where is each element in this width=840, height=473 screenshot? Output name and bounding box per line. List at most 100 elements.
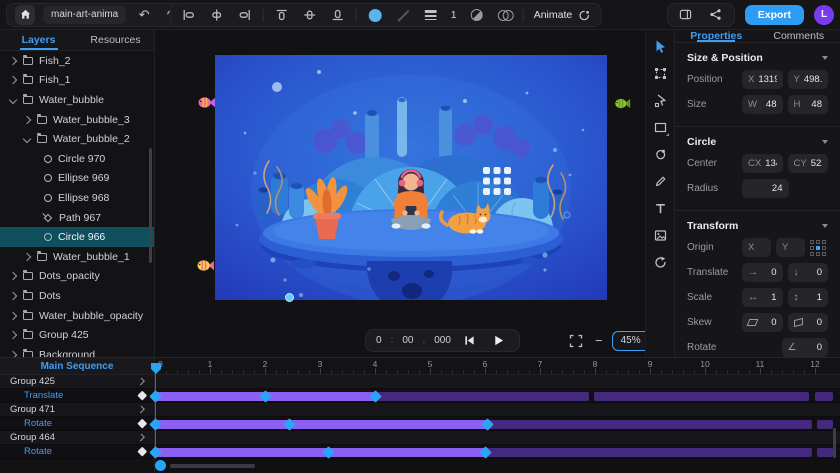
layer-row-path-967[interactable]: Path 967 xyxy=(0,208,154,228)
chevron-down-icon[interactable] xyxy=(23,135,31,143)
origin-anchor-grid[interactable] xyxy=(810,240,828,256)
chevron-right-icon[interactable] xyxy=(9,350,17,357)
origin-y-field[interactable]: Y xyxy=(776,238,805,257)
chevron-right-icon[interactable] xyxy=(23,115,31,123)
timeline-bar-segment[interactable] xyxy=(815,392,833,401)
chevron-right-icon[interactable] xyxy=(9,331,17,339)
align-top-button[interactable] xyxy=(272,5,292,25)
timeline-scroll-knob[interactable] xyxy=(155,460,166,471)
chevron-right-icon[interactable] xyxy=(9,311,17,319)
layer-row-water-bubble[interactable]: Water_bubble xyxy=(0,90,154,110)
layer-row-water-bubble-2[interactable]: Water_bubble_2 xyxy=(0,129,154,149)
timeline-bar-segment[interactable] xyxy=(485,448,812,457)
home-button[interactable] xyxy=(15,5,35,25)
timeline-bar-segment[interactable] xyxy=(488,420,813,429)
skip-start-button[interactable] xyxy=(460,331,480,351)
text-tool[interactable] xyxy=(648,196,672,220)
node-tool[interactable] xyxy=(648,88,672,112)
chevron-right-icon[interactable] xyxy=(9,57,17,65)
track-group-425[interactable]: Group 425 xyxy=(0,375,154,389)
rotate-field[interactable]: ∠0 xyxy=(782,338,829,357)
align-center-h-button[interactable] xyxy=(207,5,227,25)
timeline-bar-row[interactable] xyxy=(155,445,840,459)
undo-button[interactable]: ↶ xyxy=(134,5,154,25)
track-group-464[interactable]: Group 464 xyxy=(0,431,154,445)
track-rotate-471[interactable]: Rotate xyxy=(0,417,154,431)
sidebar-scrollbar[interactable] xyxy=(149,148,152,263)
layer-row-ellipse-969[interactable]: Ellipse 969 xyxy=(0,169,154,189)
track-translate[interactable]: Translate xyxy=(0,389,154,403)
position-x-field[interactable]: X1319.0 xyxy=(742,70,783,89)
center-cx-field[interactable]: CX1343.0 xyxy=(742,154,783,173)
track-rotate-464[interactable]: Rotate xyxy=(0,445,154,459)
time-seconds[interactable]: 00 xyxy=(402,335,413,346)
layer-row-water-bubble-1[interactable]: Water_bubble_1 xyxy=(0,247,154,267)
radius-field[interactable]: 24 xyxy=(742,179,789,198)
zoom-out-button[interactable]: − xyxy=(593,333,605,348)
layer-row-water-bubble-3[interactable]: Water_bubble_3 xyxy=(0,110,154,130)
stroke-width-value[interactable]: 1 xyxy=(449,10,459,21)
tab-resources[interactable]: Resources xyxy=(77,30,154,50)
layer-row-background[interactable]: Background xyxy=(0,345,154,357)
fill-color-button[interactable] xyxy=(365,5,385,25)
collapse-section-button[interactable] xyxy=(822,140,828,144)
stroke-color-button[interactable] xyxy=(393,5,413,25)
translate-y-field[interactable]: ↓0 xyxy=(788,263,829,282)
chevron-right-icon[interactable] xyxy=(9,272,17,280)
keyframe-toggle-icon[interactable] xyxy=(137,391,146,400)
chevron-right-icon[interactable] xyxy=(137,434,145,442)
align-left-button[interactable] xyxy=(179,5,199,25)
rotate-tool[interactable] xyxy=(648,250,672,274)
layer-row-dots[interactable]: Dots xyxy=(0,286,154,306)
size-w-field[interactable]: W48 xyxy=(742,95,783,114)
layer-row-circle-970[interactable]: Circle 970 xyxy=(0,149,154,169)
layer-row-fish-2[interactable]: Fish_2 xyxy=(0,51,154,71)
panel-toggle-button[interactable] xyxy=(676,5,696,25)
layer-row-circle-966[interactable]: Circle 966 xyxy=(0,227,154,247)
blend-button[interactable] xyxy=(495,5,515,25)
track-group-471[interactable]: Group 471 xyxy=(0,403,154,417)
avatar[interactable]: L xyxy=(814,5,834,25)
chevron-right-icon[interactable] xyxy=(9,292,17,300)
share-button[interactable] xyxy=(706,5,726,25)
fish-sticker-green[interactable] xyxy=(614,96,631,111)
chevron-right-icon[interactable] xyxy=(137,378,145,386)
timeline-bar-segment[interactable] xyxy=(155,420,488,429)
timeline-ruler[interactable]: 0123456789101112 xyxy=(155,358,840,375)
skew-x-field[interactable]: 0 xyxy=(742,313,783,332)
tab-layers[interactable]: Layers xyxy=(0,30,77,50)
selected-circle-element[interactable] xyxy=(285,293,294,302)
animate-button[interactable]: Animate xyxy=(532,9,593,22)
collapse-section-button[interactable] xyxy=(822,224,828,228)
chevron-right-icon[interactable] xyxy=(23,252,31,260)
export-button[interactable]: Export xyxy=(745,5,804,25)
timeline-bar-segment[interactable] xyxy=(817,448,834,457)
image-tool[interactable] xyxy=(648,223,672,247)
skew-y-field[interactable]: 0 xyxy=(788,313,829,332)
scale-x-field[interactable]: ↔1 xyxy=(742,288,783,307)
timeline-bar-row[interactable] xyxy=(155,389,840,403)
center-cy-field[interactable]: CY522.41 xyxy=(788,154,829,173)
play-button[interactable] xyxy=(489,331,509,351)
layer-row-water-bubble-opacity[interactable]: Water_bubble_opacity xyxy=(0,306,154,326)
timeline-hscrollbar[interactable] xyxy=(170,464,255,468)
document-title[interactable]: main-art-anima xyxy=(43,6,126,24)
canvas-area[interactable]: 0 : 00 . 000 − 45% xyxy=(155,30,645,357)
canvas-illustration[interactable] xyxy=(215,55,607,300)
chevron-down-icon[interactable] xyxy=(9,96,17,104)
align-right-button[interactable] xyxy=(235,5,255,25)
tab-comments[interactable]: Comments xyxy=(758,30,840,42)
fish-sticker-yellow[interactable] xyxy=(196,258,215,273)
timeline-vscrollbar[interactable] xyxy=(833,428,836,458)
time-minutes[interactable]: 0 xyxy=(376,335,382,346)
fit-screen-button[interactable] xyxy=(566,331,586,351)
timeline-bar-segment[interactable] xyxy=(155,448,485,457)
chevron-right-icon[interactable] xyxy=(137,406,145,414)
collapse-section-button[interactable] xyxy=(822,56,828,60)
size-h-field[interactable]: H48 xyxy=(788,95,829,114)
pen-tool[interactable] xyxy=(648,169,672,193)
vector-tool[interactable] xyxy=(648,142,672,166)
tab-properties[interactable]: Properties xyxy=(675,30,758,42)
zoom-level-dropdown[interactable]: 45% xyxy=(612,331,645,351)
keyframe-toggle-icon[interactable] xyxy=(137,447,146,456)
